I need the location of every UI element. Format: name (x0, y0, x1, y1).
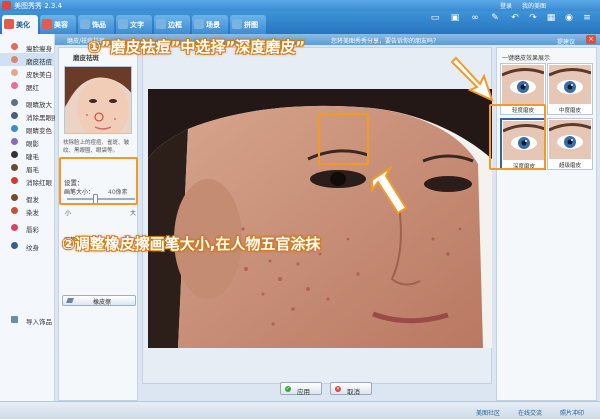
arrow-down-icon (450, 56, 494, 102)
annotation-arrows (371, 56, 494, 215)
arrow-up-icon (371, 165, 408, 215)
